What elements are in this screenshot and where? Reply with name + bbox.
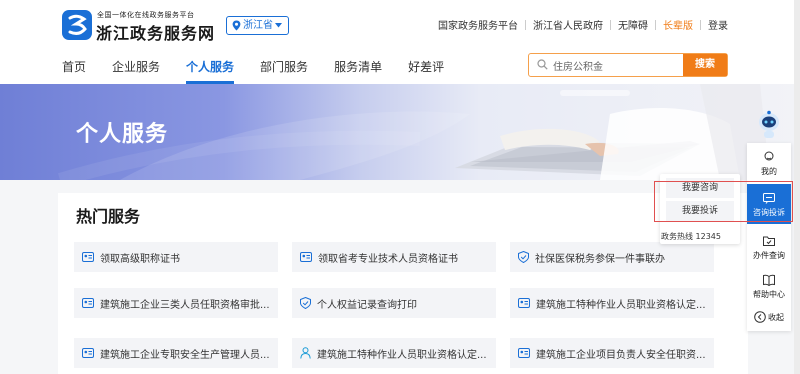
logo-title[interactable]: 浙江政务服务网	[96, 20, 215, 44]
nav-department-services[interactable]: 部门服务	[260, 58, 308, 75]
hot-services-title: 热门服务	[76, 207, 141, 226]
page-scrollbar[interactable]	[794, 0, 800, 374]
link-provincial-government[interactable]: 浙江省人民政府	[533, 17, 603, 32]
id-card-icon	[518, 298, 530, 308]
service-name: 领取高级职称证书	[100, 253, 180, 265]
logo-subtitle: 全国一体化在线政务服务平台	[97, 11, 195, 19]
search-icon	[537, 59, 548, 70]
search-box: 搜索	[528, 53, 728, 77]
folder-icon	[763, 236, 775, 246]
page-title: 个人服务	[76, 122, 169, 147]
assistant-robot-icon[interactable]	[757, 110, 781, 140]
divider	[525, 19, 526, 30]
id-card-icon	[518, 348, 530, 358]
divider	[610, 19, 611, 30]
person-icon	[300, 347, 311, 359]
service-card[interactable]: 领取省考专业技术人员资格证书	[292, 242, 496, 272]
service-card[interactable]: 建筑施工特种作业人员职业资格认定...	[510, 288, 714, 318]
book-icon	[763, 274, 775, 286]
id-card-icon	[82, 252, 94, 262]
link-elder-mode[interactable]: 长辈版	[663, 17, 693, 32]
service-card[interactable]: 建筑施工企业专职安全生产管理人员...	[74, 338, 278, 368]
service-card[interactable]: 社保医保税务参保一件事联办	[510, 242, 714, 272]
sidebar-item-label: 我的	[761, 167, 777, 176]
region-label: 浙江省	[243, 20, 273, 31]
site-header: 全国一体化在线政务服务平台 浙江政务服务网 浙江省 国家政务服务平台 浙江省人民…	[0, 0, 800, 85]
service-name: 建筑施工企业项目负责人安全任职资...	[536, 349, 706, 361]
user-icon	[764, 151, 774, 161]
service-card[interactable]: 建筑施工特种作业人员职业资格认定...	[292, 338, 496, 368]
link-accessibility[interactable]: 无障碍	[618, 17, 648, 32]
shield-icon	[300, 297, 311, 309]
service-card[interactable]: 个人权益记录查询打印	[292, 288, 496, 318]
shield-icon	[518, 251, 529, 263]
top-links: 国家政务服务平台 浙江省人民政府 无障碍 长辈版 登录	[438, 17, 728, 32]
service-card[interactable]: 建筑施工企业三类人员任职资格审批...	[74, 288, 278, 318]
hotline-text: 政务热线 12345	[661, 232, 721, 241]
divider	[700, 19, 701, 30]
login-link[interactable]: 登录	[708, 17, 728, 32]
service-name: 建筑施工企业专职安全生产管理人员...	[100, 349, 270, 361]
nav-personal-services[interactable]: 个人服务	[186, 58, 235, 84]
sidebar-item-case-query[interactable]: 办件查询	[747, 227, 791, 267]
sidebar-item-help[interactable]: 帮助中心	[747, 266, 791, 306]
highlight-box	[654, 181, 793, 222]
service-name: 建筑施工特种作业人员职业资格认定...	[317, 349, 487, 361]
link-national-platform[interactable]: 国家政务服务平台	[438, 17, 518, 32]
service-name: 个人权益记录查询打印	[317, 299, 417, 311]
nav-home[interactable]: 首页	[62, 58, 86, 75]
site-logo[interactable]	[62, 10, 92, 40]
service-name: 领取省考专业技术人员资格证书	[318, 253, 458, 265]
floating-sidebar: 我的 咨询投诉 办件查询 帮助中心 收起	[747, 143, 791, 331]
sidebar-item-label: 收起	[768, 313, 784, 322]
id-card-icon	[82, 298, 94, 308]
sidebar-item-label: 帮助中心	[753, 290, 785, 299]
main-nav: 首页 企业服务 个人服务 部门服务 服务清单 好差评	[62, 58, 470, 84]
page-banner: 个人服务	[0, 84, 800, 180]
service-name: 建筑施工企业三类人员任职资格审批...	[100, 299, 270, 311]
nav-enterprise-services[interactable]: 企业服务	[112, 58, 160, 75]
location-pin-icon	[232, 20, 241, 31]
sidebar-collapse-button[interactable]: 收起	[747, 303, 791, 331]
service-name: 社保医保税务参保一件事联办	[535, 253, 665, 265]
hot-services-panel: 热门服务 领取高级职称证书 领取省考专业技术人员资格证书 社保医保税务参保一件事…	[58, 193, 748, 374]
logo-emblem-icon	[68, 14, 87, 35]
service-name: 建筑施工特种作业人员职业资格认定...	[536, 299, 706, 311]
caret-down-icon	[275, 23, 282, 28]
service-card[interactable]: 领取高级职称证书	[74, 242, 278, 272]
search-button[interactable]: 搜索	[683, 54, 727, 76]
divider	[655, 19, 656, 30]
id-card-icon	[300, 252, 312, 262]
sidebar-item-mine[interactable]: 我的	[747, 143, 791, 183]
region-selector[interactable]: 浙江省	[226, 16, 289, 35]
search-input[interactable]	[551, 56, 675, 75]
service-card[interactable]: 建筑施工企业项目负责人安全任职资...	[510, 338, 714, 368]
sidebar-item-label: 办件查询	[753, 251, 785, 260]
id-card-icon	[82, 348, 94, 358]
nav-ratings[interactable]: 好差评	[408, 58, 444, 75]
nav-service-list[interactable]: 服务清单	[334, 58, 382, 75]
